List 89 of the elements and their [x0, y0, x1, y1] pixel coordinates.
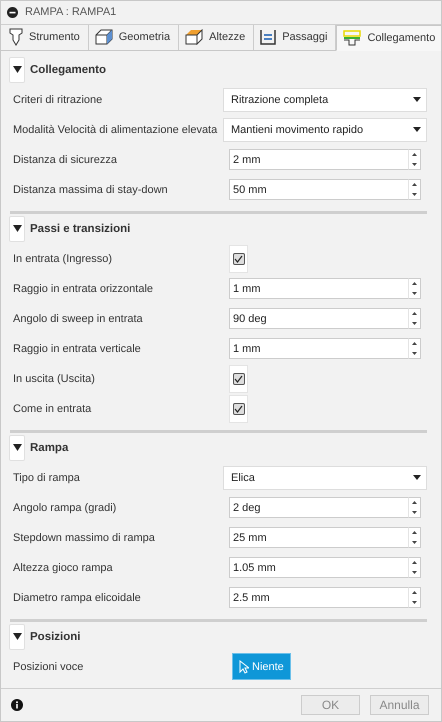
- number-field[interactable]: 2 deg: [229, 497, 408, 518]
- triangle-icon: [12, 633, 22, 640]
- up-arrow-icon[interactable]: [412, 282, 417, 286]
- expand-toggle[interactable]: [9, 216, 25, 242]
- check-icon: [234, 254, 243, 263]
- dropdown[interactable]: Mantieni movimento rapido: [223, 118, 427, 142]
- up-arrow-icon[interactable]: [412, 591, 417, 594]
- down-arrow-icon[interactable]: [412, 192, 417, 196]
- field-label: Criteri di ritrazione: [12, 94, 104, 106]
- field-label: Raggio in entrata orizzontale: [12, 282, 154, 295]
- tab[interactable]: Strumento: [3, 24, 89, 50]
- checkbox[interactable]: [229, 394, 248, 423]
- spin-buttons[interactable]: [408, 338, 421, 360]
- triangle-icon: [12, 225, 22, 232]
- checkbox[interactable]: [229, 364, 248, 393]
- field-label: Angolo di sweep in entrata: [12, 312, 144, 325]
- section-title: Rampa: [30, 442, 68, 454]
- field-label: Come in entrata: [12, 402, 92, 415]
- field-label: Distanza massima di stay-down: [12, 184, 169, 196]
- field-label: Distanza di sicurezza: [12, 154, 118, 166]
- window-title: RAMPA : RAMPA1: [25, 6, 116, 18]
- triangle-icon: [12, 66, 22, 74]
- block-icon: [185, 29, 204, 46]
- field-label: Tipo di rampa: [12, 472, 81, 484]
- up-arrow-icon[interactable]: [412, 531, 417, 534]
- passes-icon: [260, 29, 276, 46]
- expand-toggle[interactable]: [9, 624, 25, 650]
- spin-buttons[interactable]: [408, 527, 421, 548]
- spin-buttons[interactable]: [408, 278, 421, 300]
- down-arrow-icon[interactable]: [412, 600, 417, 604]
- section-title: Passi e transizioni: [30, 222, 130, 235]
- tab[interactable]: Collegamento: [336, 24, 441, 51]
- number-field[interactable]: 50 mm: [229, 179, 408, 200]
- expand-toggle[interactable]: [9, 434, 25, 461]
- up-arrow-icon[interactable]: [412, 312, 417, 316]
- dropdown[interactable]: Ritrazione completa: [223, 88, 427, 112]
- number-field[interactable]: 2.5 mm: [229, 587, 408, 608]
- caret-icon: [413, 127, 421, 132]
- section-title: Posizioni: [30, 630, 80, 643]
- tab[interactable]: Altezze: [179, 24, 254, 50]
- check-icon: [234, 374, 243, 383]
- down-arrow-icon[interactable]: [412, 322, 417, 325]
- cursor-icon: [239, 660, 249, 674]
- collapse-icon[interactable]: [7, 6, 18, 18]
- up-arrow-icon[interactable]: [412, 342, 417, 346]
- up-arrow-icon[interactable]: [412, 501, 417, 504]
- up-arrow-icon[interactable]: [412, 153, 417, 156]
- expand-toggle[interactable]: [9, 56, 25, 83]
- field-label: In uscita (Uscita): [12, 372, 96, 385]
- spin-buttons[interactable]: [408, 587, 421, 608]
- dropdown[interactable]: Elica: [223, 466, 427, 490]
- number-field[interactable]: 2 mm: [229, 149, 408, 170]
- field-label: Angolo rampa (gradi): [12, 502, 118, 514]
- down-arrow-icon[interactable]: [412, 292, 417, 295]
- section-title: Collegamento: [30, 64, 106, 76]
- end-mill-icon: [9, 28, 23, 46]
- spin-buttons[interactable]: [408, 497, 421, 518]
- field-label: Altezza gioco rampa: [12, 562, 114, 574]
- caret-icon: [413, 475, 421, 480]
- field-label: Posizioni voce: [12, 660, 84, 673]
- number-field[interactable]: 90 deg: [229, 308, 408, 330]
- caret-icon: [413, 97, 421, 102]
- field-label: In entrata (Ingresso): [12, 252, 114, 265]
- spin-buttons[interactable]: [408, 557, 421, 578]
- down-arrow-icon[interactable]: [412, 162, 417, 166]
- field-label: Modalità Velocità di alimentazione elevata: [12, 124, 218, 136]
- info-icon[interactable]: [11, 698, 23, 711]
- up-arrow-icon[interactable]: [412, 561, 417, 564]
- linking-icon: [343, 30, 362, 46]
- field-label: Raggio in entrata verticale: [12, 342, 142, 355]
- number-field[interactable]: 1.05 mm: [229, 557, 408, 578]
- down-arrow-icon[interactable]: [412, 570, 417, 574]
- cube-icon: [94, 29, 113, 46]
- field-label: Diametro rampa elicoidale: [12, 592, 142, 604]
- spin-buttons[interactable]: [408, 308, 421, 330]
- number-field[interactable]: 1 mm: [229, 278, 408, 300]
- check-icon: [234, 404, 243, 413]
- tab[interactable]: Geometria: [88, 24, 180, 50]
- spin-buttons[interactable]: [408, 179, 421, 200]
- spin-buttons[interactable]: [408, 149, 421, 170]
- checkbox[interactable]: [229, 244, 248, 273]
- number-field[interactable]: 1 mm: [229, 338, 408, 360]
- down-arrow-icon[interactable]: [412, 352, 417, 355]
- down-arrow-icon[interactable]: [412, 510, 417, 514]
- up-arrow-icon[interactable]: [412, 183, 417, 186]
- down-arrow-icon[interactable]: [412, 540, 417, 544]
- field-label: Stepdown massimo di rampa: [12, 532, 156, 544]
- triangle-icon: [12, 444, 22, 452]
- number-field[interactable]: 25 mm: [229, 527, 408, 548]
